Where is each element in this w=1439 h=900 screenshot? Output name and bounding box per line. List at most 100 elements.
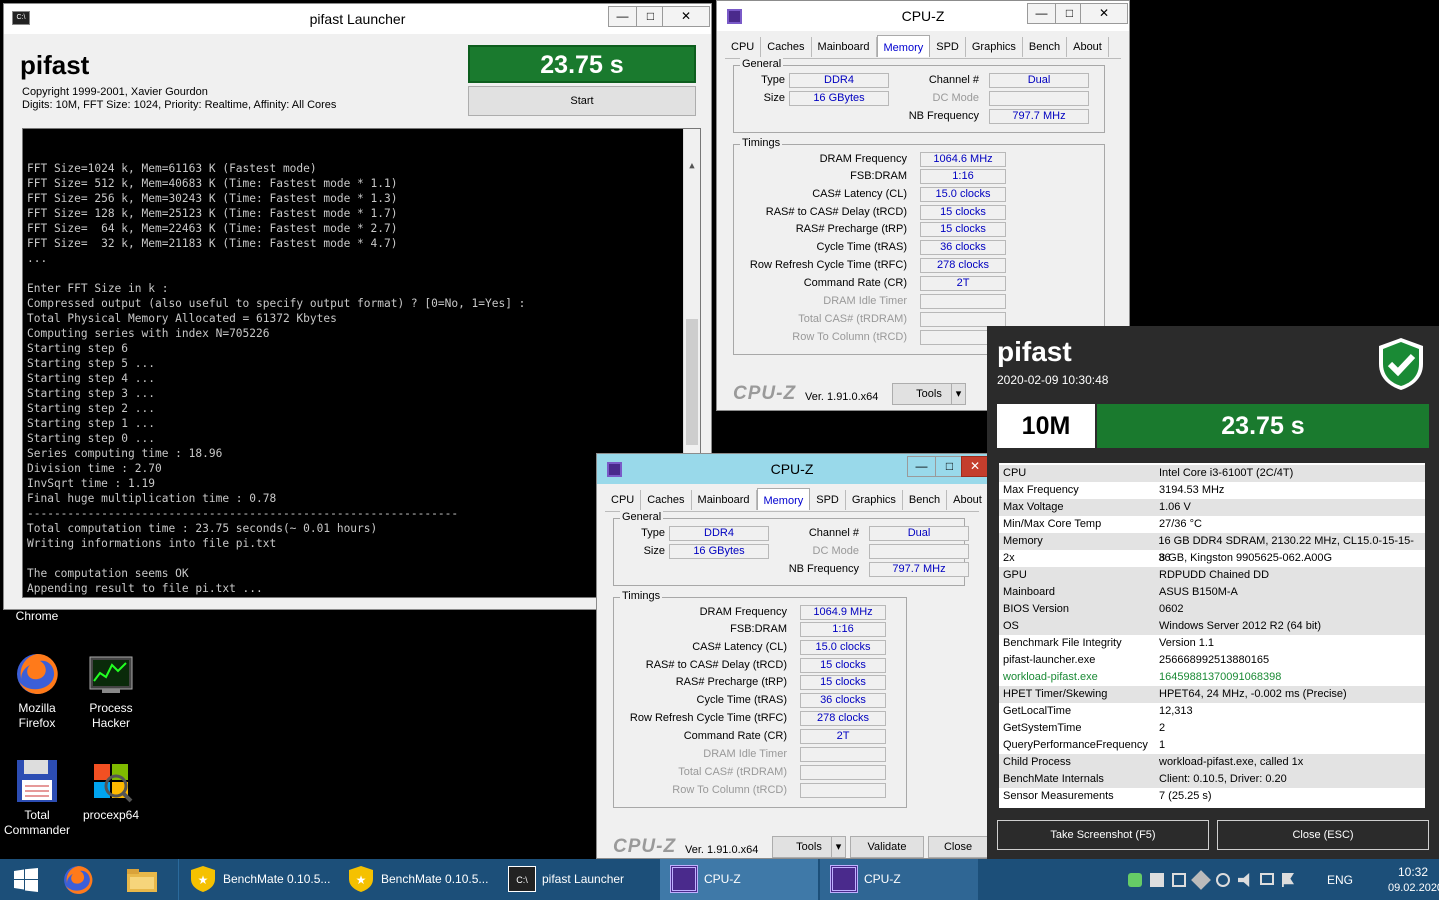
tab-bench[interactable]: Bench [903, 490, 948, 510]
desktop-icon-chrome[interactable]: Chrome [2, 609, 72, 624]
maximize-button[interactable]: □ [636, 6, 665, 27]
tab-graphics[interactable]: Graphics [846, 490, 903, 510]
validate-button[interactable]: Validate [850, 836, 924, 858]
label-dc-mode: DC Mode [812, 545, 859, 557]
tab-spd[interactable]: SPD [810, 490, 846, 510]
info-value: Windows Server 2012 R2 (64 bit) [1159, 620, 1322, 632]
cpuz-version: Ver. 1.91.0.x64 [805, 391, 879, 403]
tab-caches[interactable]: Caches [641, 490, 692, 510]
console-line: FFT Size= 64 k, Mem=22463 K (Time: Faste… [27, 222, 398, 235]
taskbar-item-benchmate-1[interactable]: ★ BenchMate 0.10.5... [178, 859, 334, 900]
minimize-button[interactable]: — [1027, 3, 1056, 24]
info-key: GPU [1003, 569, 1027, 581]
cpuz-logo: CPU-Z [733, 383, 797, 404]
tools-button[interactable]: Tools ▾ [892, 383, 966, 405]
tab-bench[interactable]: Bench [1023, 37, 1068, 57]
close-button[interactable]: ✕ [961, 456, 989, 477]
close-benchmate-button[interactable]: Close (ESC) [1217, 820, 1429, 850]
console-line: Starting step 1 ... [27, 417, 155, 430]
tab-mainboard[interactable]: Mainboard [812, 37, 877, 57]
close-button[interactable]: ✕ [1080, 3, 1128, 24]
console-line: FFT Size= 512 k, Mem=40683 K (Time: Fast… [27, 177, 398, 190]
value-trfc: 278 clocks [800, 711, 886, 726]
tab-spd[interactable]: SPD [930, 37, 966, 57]
scroll-thumb[interactable] [686, 319, 698, 445]
taskbar-firefox-icon[interactable] [62, 864, 94, 896]
tools-button[interactable]: Tools ▾ [772, 836, 846, 858]
info-key: OS [1003, 620, 1019, 632]
tab-graphics[interactable]: Graphics [966, 37, 1023, 57]
value-trdram [800, 765, 886, 780]
start-button[interactable]: Start [468, 86, 696, 116]
label-nb-freq: NB Frequency [908, 110, 979, 122]
console-line: Enter FFT Size in k : [27, 282, 169, 295]
info-value: 0602 [1159, 603, 1184, 615]
minimize-button[interactable]: — [907, 456, 936, 477]
info-row: 2x 8 GB, Kingston 9905625-062.A00G [999, 550, 1425, 567]
process-hacker-icon [88, 651, 134, 697]
label-fsb-dram: FSB:DRAM [730, 623, 787, 635]
info-key: 2x [1003, 552, 1015, 564]
monitor-icon[interactable] [1260, 873, 1274, 885]
tab-cpu[interactable]: CPU [725, 37, 762, 57]
shield-check-icon [1377, 336, 1425, 395]
taskbar-item-benchmate-2[interactable]: ★ BenchMate 0.10.5... [337, 859, 493, 900]
desktop-icon-process-hacker[interactable]: Process Hacker [76, 651, 146, 731]
info-key: Max Frequency [1003, 484, 1079, 496]
taskbar-item-cpuz-2[interactable]: CPU-Z [820, 859, 978, 900]
value-channel: Dual [869, 526, 969, 541]
taskbar-file-explorer-icon[interactable] [126, 866, 158, 894]
tool-icon[interactable] [1191, 870, 1211, 890]
info-row: QueryPerformanceFrequency 1 [999, 737, 1425, 754]
tab-about[interactable]: About [947, 490, 989, 510]
cpuz-titlebar[interactable]: CPU-Z — □ ✕ [717, 1, 1129, 31]
input-language[interactable]: ENG [1327, 873, 1353, 887]
cpuz-window-front: CPU-Z — □ ✕ CPU Caches Mainboard Memory SPD G… [596, 453, 989, 859]
desktop-icon-procexp64[interactable]: procexp64 [76, 758, 146, 823]
taskbar-item-pifast-launcher[interactable]: C:\ pifast Launcher [498, 859, 656, 900]
take-screenshot-button[interactable]: Take Screenshot (F5) [997, 820, 1209, 850]
tab-caches[interactable]: Caches [761, 37, 812, 57]
cpuz-app-icon [607, 462, 622, 477]
close-cpuz-button[interactable]: Close [928, 836, 988, 858]
minimize-button[interactable]: — [608, 6, 637, 27]
tab-memory[interactable]: Memory [876, 35, 931, 57]
taskbar-item-label: pifast Launcher [542, 872, 625, 886]
process-hacker-tray-icon[interactable] [1150, 873, 1164, 887]
info-value: 2 [1159, 722, 1166, 734]
desktop-icon-label: procexp64 [82, 808, 140, 822]
taskbar-item-label: CPU-Z [704, 872, 741, 886]
clock[interactable]: 10:32 09.02.2020 [1388, 864, 1439, 896]
info-key: BenchMate Internals [1003, 773, 1104, 785]
cpuz-logo: CPU-Z [613, 836, 677, 857]
tab-mainboard[interactable]: Mainboard [692, 490, 757, 510]
tools-label: Tools [796, 841, 822, 853]
volume-icon[interactable] [1238, 873, 1250, 887]
network-icon[interactable] [1172, 873, 1186, 887]
tab-about[interactable]: About [1067, 37, 1109, 57]
cpuz-app-icon [727, 9, 742, 24]
launcher-copyright: Copyright 1999-2001, Xavier Gourdon [22, 86, 208, 98]
console-line: Starting step 4 ... [27, 372, 155, 385]
flag-icon[interactable] [1282, 873, 1294, 887]
label-channel: Channel # [808, 527, 859, 539]
close-button[interactable]: ✕ [662, 6, 710, 27]
shield-icon[interactable] [1128, 873, 1142, 887]
launcher-titlebar[interactable]: C:\ pifast Launcher — □ ✕ [4, 4, 711, 34]
info-row: GetSystemTime 2 [999, 720, 1425, 737]
console-line: Starting step 6 [27, 342, 129, 355]
search-icon[interactable] [1216, 873, 1230, 887]
tab-cpu[interactable]: CPU [605, 490, 642, 510]
benchmate-title: pifast [997, 336, 1072, 367]
info-row: Min/Max Core Temp 27/36 °C [999, 516, 1425, 533]
desktop-icon-firefox[interactable]: Mozilla Firefox [2, 651, 72, 731]
cpuz-titlebar[interactable]: CPU-Z — □ ✕ [597, 454, 989, 484]
start-menu-button[interactable] [0, 859, 52, 900]
label-tras: Cycle Time (tRAS) [696, 694, 787, 706]
value-tras: 36 clocks [800, 693, 886, 708]
value-rtc [800, 783, 886, 798]
taskbar-item-cpuz-1[interactable]: CPU-Z [660, 859, 818, 900]
maximize-button[interactable]: □ [935, 456, 964, 477]
desktop-icon-total-commander[interactable]: Total Commander [2, 758, 72, 838]
tab-memory[interactable]: Memory [756, 488, 811, 510]
